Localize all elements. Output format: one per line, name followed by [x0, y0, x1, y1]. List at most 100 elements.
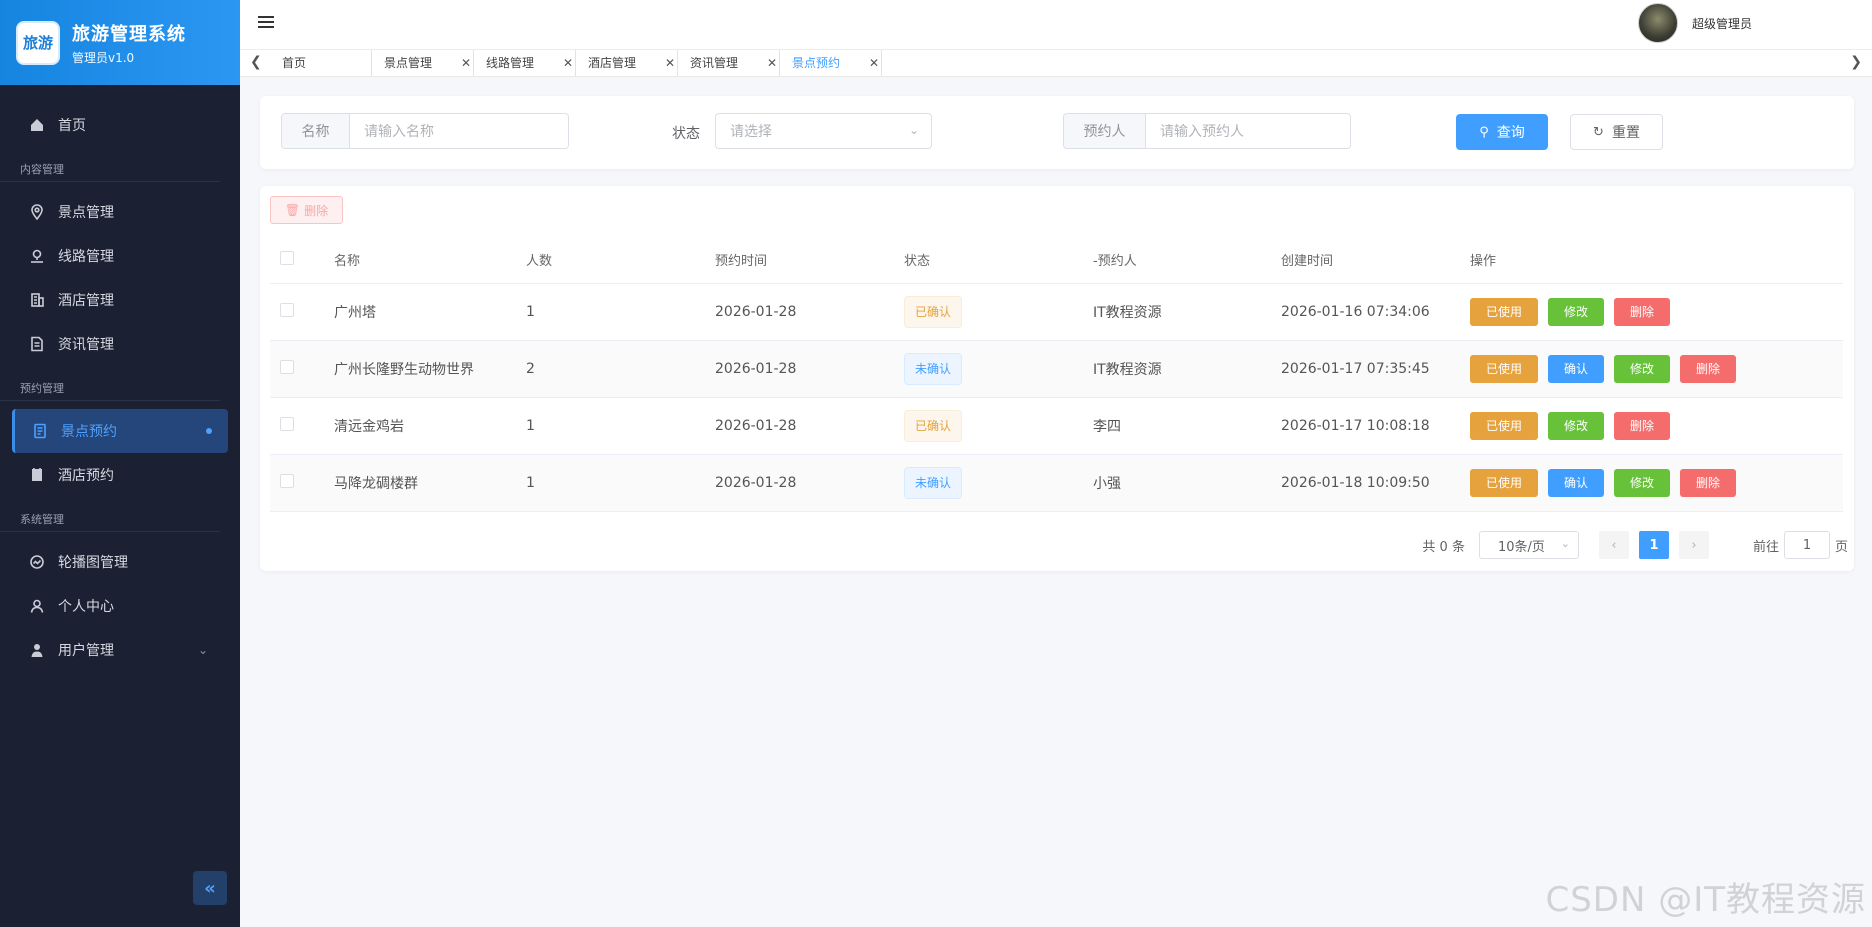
cell-booking-time: 2026-01-28 — [715, 304, 797, 320]
mark-used-button[interactable]: 已使用 — [1470, 469, 1538, 497]
page-number-current[interactable]: 1 — [1638, 531, 1669, 559]
edit-button[interactable]: 修改 — [1614, 355, 1670, 383]
tab-scenic-booking[interactable]: 景点预约 ✕ — [780, 50, 882, 76]
goto-label: 前往 — [1752, 539, 1779, 555]
cell-booking-time: 2026-01-28 — [715, 418, 797, 434]
logo-text: 旅游 — [22, 34, 53, 52]
name-search-group: 名称 请输入名称 — [281, 113, 569, 149]
tab-scroll-right-icon[interactable]: ❯ — [1850, 54, 1862, 70]
collapse-sidebar-button[interactable]: « — [193, 871, 227, 905]
tab-label: 景点预约 — [792, 56, 841, 70]
sidebar: 旅游 旅游管理系统 管理员v1.0 首页 内容管理 景点管理 线路管理 酒店管理… — [0, 0, 240, 927]
table-row: 清远金鸡岩 1 2026-01-28 已确认 李四 2026-01-17 10:… — [270, 398, 1843, 455]
sidebar-item-label: 个人中心 — [58, 599, 114, 615]
status-select[interactable]: 请选择 ⌄ — [715, 113, 932, 149]
edit-button[interactable]: 修改 — [1548, 412, 1604, 440]
person-label: 预约人 — [1064, 114, 1146, 148]
app-logo: 旅游 — [16, 20, 60, 65]
person-input[interactable]: 请输入预约人 — [1146, 114, 1350, 148]
batch-delete-button[interactable]: 🗑 删除 — [270, 196, 343, 224]
sidebar-item-home[interactable]: 首页 — [12, 103, 228, 147]
double-chevron-left-icon: « — [204, 877, 216, 899]
trash-icon: 🗑 — [284, 203, 301, 217]
cell-name: 清远金鸡岩 — [334, 419, 404, 435]
tab-route[interactable]: 线路管理 ✕ — [474, 50, 576, 76]
select-all-checkbox[interactable] — [280, 250, 294, 265]
mark-used-button[interactable]: 已使用 — [1470, 412, 1538, 440]
page-size-select[interactable]: 10条/页 ⌄ — [1478, 531, 1579, 559]
chevron-down-icon: ⌄ — [908, 123, 919, 137]
sidebar-item-users[interactable]: 用户管理 ⌄ — [12, 628, 228, 672]
tab-label: 酒店管理 — [588, 56, 637, 70]
cell-created: 2026-01-18 10:09:50 — [1281, 475, 1430, 491]
row-checkbox[interactable] — [280, 360, 294, 374]
cell-person: IT教程资源 — [1093, 362, 1162, 378]
sidebar-item-scenic-booking[interactable]: 景点预约 — [12, 409, 228, 453]
confirm-button[interactable]: 确认 — [1548, 469, 1604, 497]
sidebar-item-hotel[interactable]: 酒店管理 — [12, 278, 228, 322]
sidebar-item-label: 景点预约 — [61, 424, 117, 440]
tab-scenic[interactable]: 景点管理 ✕ — [372, 50, 474, 76]
cell-count: 2 — [526, 361, 535, 377]
tab-news[interactable]: 资讯管理 ✕ — [678, 50, 780, 76]
tab-label: 景点管理 — [384, 56, 433, 70]
row-checkbox[interactable] — [280, 474, 294, 488]
user-menu[interactable]: 超级管理员 — [1637, 3, 1752, 43]
pagination: 共 0 条 10条/页 ⌄ ‹ 1 › 前往 1 页 — [1422, 531, 1848, 559]
close-icon[interactable]: ✕ — [461, 50, 471, 76]
sidebar-item-label: 轮播图管理 — [58, 555, 128, 571]
close-icon[interactable]: ✕ — [563, 50, 573, 76]
home-icon — [28, 116, 46, 134]
sidebar-item-scenic[interactable]: 景点管理 — [12, 190, 228, 234]
sidebar-item-carousel[interactable]: 轮播图管理 — [12, 540, 228, 584]
close-icon[interactable]: ✕ — [665, 50, 675, 76]
close-icon[interactable]: ✕ — [869, 50, 879, 76]
row-checkbox[interactable] — [280, 303, 294, 317]
cell-count: 1 — [526, 304, 535, 320]
sidebar-item-label: 酒店预约 — [58, 468, 114, 484]
status-label: 状态 — [672, 126, 700, 142]
cell-created: 2026-01-17 07:35:45 — [1281, 361, 1430, 377]
page-size-value: 10条/页 — [1497, 539, 1545, 555]
user-name: 超级管理员 — [1691, 16, 1752, 31]
query-button[interactable]: ⚲ 查询 — [1456, 114, 1548, 150]
mark-used-button[interactable]: 已使用 — [1470, 355, 1538, 383]
sidebar-item-profile[interactable]: 个人中心 — [12, 584, 228, 628]
close-icon[interactable]: ✕ — [767, 50, 777, 76]
menu-toggle-icon[interactable] — [258, 16, 274, 30]
delete-button[interactable]: 删除 — [1614, 412, 1670, 440]
sidebar-item-hotel-booking[interactable]: 酒店预约 — [12, 453, 228, 497]
batch-delete-label: 删除 — [304, 203, 329, 218]
delete-button[interactable]: 删除 — [1614, 298, 1670, 326]
delete-button[interactable]: 删除 — [1680, 469, 1736, 497]
sidebar-item-route[interactable]: 线路管理 — [12, 234, 228, 278]
mark-used-button[interactable]: 已使用 — [1470, 298, 1538, 326]
prev-page-button[interactable]: ‹ — [1598, 531, 1629, 559]
tab-label: 线路管理 — [486, 56, 535, 70]
user-icon — [28, 597, 46, 615]
cell-booking-time: 2026-01-28 — [715, 475, 797, 491]
avatar[interactable] — [1637, 3, 1678, 43]
row-checkbox[interactable] — [280, 417, 294, 431]
name-input[interactable]: 请输入名称 — [350, 114, 568, 148]
next-page-button[interactable]: › — [1678, 531, 1709, 559]
cell-name: 广州长隆野生动物世界 — [334, 362, 474, 378]
person-search-group: 预约人 请输入预约人 — [1063, 113, 1351, 149]
tab-home[interactable]: 首页 — [270, 50, 372, 76]
edit-button[interactable]: 修改 — [1614, 469, 1670, 497]
edit-button[interactable]: 修改 — [1548, 298, 1604, 326]
sidebar-item-label: 酒店管理 — [58, 293, 114, 309]
delete-button[interactable]: 删除 — [1680, 355, 1736, 383]
sidebar-item-label: 线路管理 — [58, 249, 114, 265]
tab-scroll-left-icon[interactable]: ❮ — [250, 54, 262, 70]
header-count: 人数 — [526, 254, 553, 269]
building-icon — [28, 291, 46, 309]
confirm-button[interactable]: 确认 — [1548, 355, 1604, 383]
goto-page-input[interactable]: 1 — [1783, 531, 1830, 559]
reset-button[interactable]: ↻ 重置 — [1570, 114, 1663, 150]
sidebar-item-news[interactable]: 资讯管理 — [12, 322, 228, 366]
table-panel: 🗑 删除 名称 人数 预约时间 状态 -预约人 创建时间 操作 广州塔 1 20… — [260, 186, 1854, 571]
pagination-total: 共 0 条 — [1422, 539, 1465, 555]
cell-name: 广州塔 — [334, 305, 376, 321]
tab-hotel[interactable]: 酒店管理 ✕ — [576, 50, 678, 76]
